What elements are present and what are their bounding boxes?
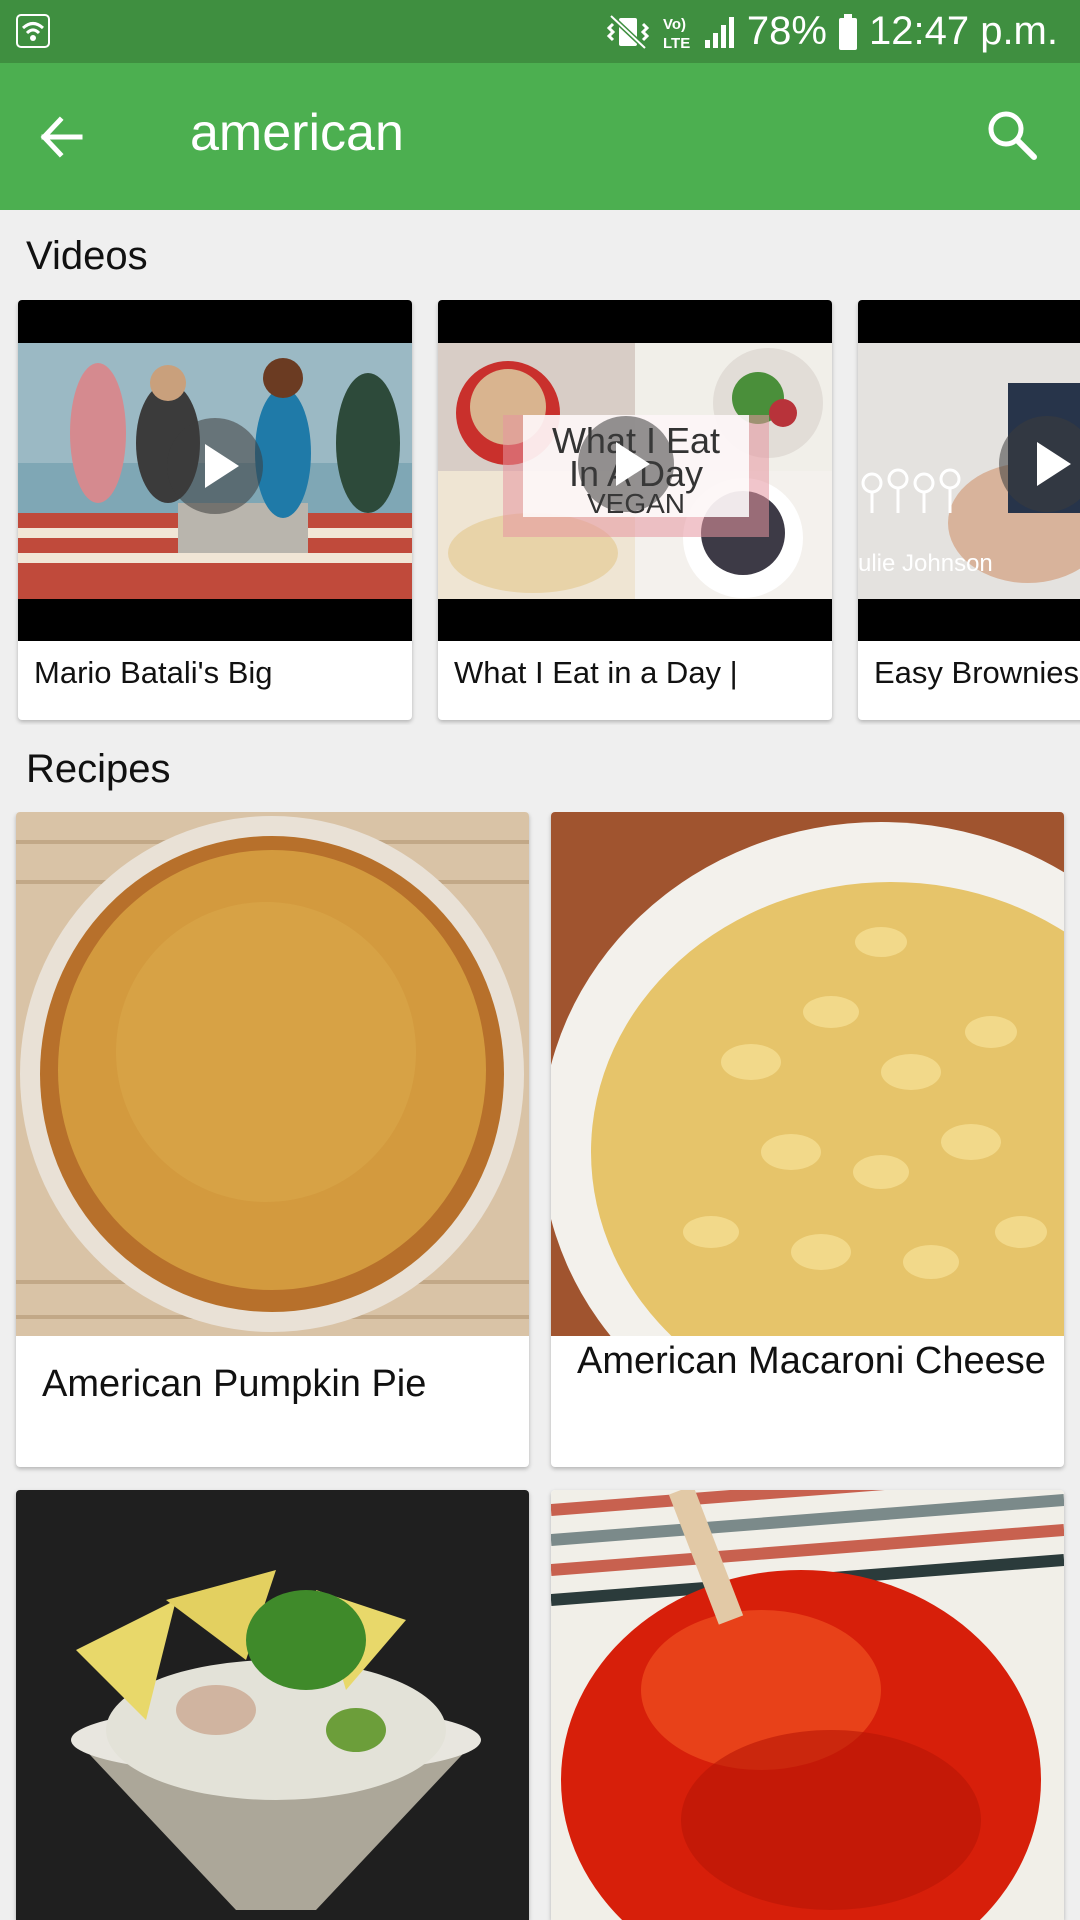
recipes-heading: Recipes (26, 747, 171, 791)
vibrate-icon (606, 13, 650, 50)
clock: 12:47 p.m. (868, 9, 1058, 53)
recipe-image (16, 1490, 529, 1920)
play-icon[interactable] (167, 418, 263, 514)
videos-heading: Videos (26, 234, 148, 278)
recipe-image (16, 812, 529, 1336)
battery-percent: 78% (746, 9, 827, 53)
svg-text:LTE: LTE (663, 35, 690, 52)
video-title: What I Eat in a Day | (454, 655, 738, 690)
signal-icon (704, 16, 734, 48)
video-card[interactable]: Mario Batali's Big (18, 300, 412, 720)
video-thumbnail: What I Eat In A Day VEGAN (438, 300, 832, 641)
videos-carousel[interactable]: Mario Batali's Big What I Eat (0, 300, 1080, 725)
recipe-title: American Pumpkin Pie (42, 1363, 427, 1405)
svg-text:Vo): Vo) (663, 16, 686, 33)
recipe-card[interactable] (551, 1490, 1064, 1920)
thumbnail-text-line: ulie Johnson (858, 550, 993, 577)
search-query-title: american (190, 104, 404, 162)
app-bar: american (0, 63, 1080, 210)
status-bar: Vo) LTE 78% 12:47 p.m. (0, 0, 1080, 63)
video-thumbnail: ulie Johnson (858, 300, 1080, 641)
recipe-title: American Macaroni Cheese (577, 1340, 1046, 1382)
recipe-card[interactable]: American Pumpkin Pie (16, 812, 529, 1467)
video-title: Easy Brownies (874, 655, 1080, 690)
wifi-icon (16, 14, 50, 48)
video-title: Mario Batali's Big (34, 655, 273, 690)
video-card[interactable]: What I Eat In A Day VEGAN What I Eat in … (438, 300, 832, 720)
video-card[interactable]: ulie Johnson Easy Brownies (858, 300, 1080, 720)
volte-icon: Vo) LTE (663, 16, 690, 52)
recipe-card[interactable]: American Macaroni Cheese (551, 812, 1064, 1467)
play-icon[interactable] (578, 416, 674, 512)
video-thumbnail (18, 300, 412, 641)
recipe-card[interactable] (16, 1490, 529, 1920)
recipe-image (551, 1490, 1064, 1920)
search-icon[interactable] (982, 105, 1042, 165)
recipe-image (551, 812, 1064, 1336)
battery-icon (838, 13, 857, 50)
recipes-grid: American Pumpkin Pie American Macaroni C… (0, 812, 1080, 1920)
arrow-back-icon[interactable] (36, 107, 88, 167)
